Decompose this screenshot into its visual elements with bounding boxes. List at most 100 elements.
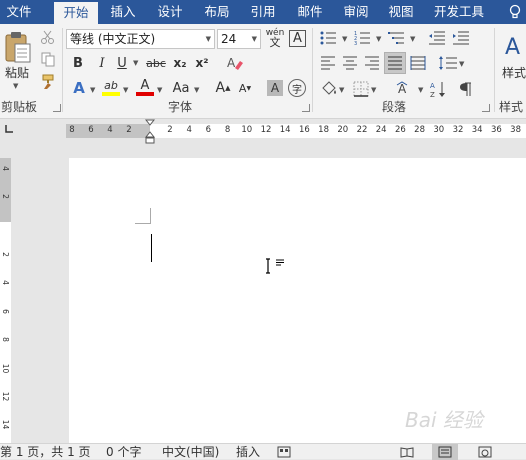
ruler-label: 14 [279, 125, 291, 135]
line-spacing-dropdown-arrow[interactable]: ▼ [459, 60, 464, 68]
shading-icon[interactable] [320, 80, 338, 98]
decrease-indent-icon[interactable] [428, 30, 446, 46]
highlight-dropdown-arrow[interactable]: ▼ [123, 86, 128, 94]
justify-button[interactable] [384, 52, 406, 74]
chinese-layout-dropdown-arrow[interactable]: ▼ [418, 86, 423, 94]
text-caret [151, 234, 152, 262]
multilevel-list-icon[interactable] [388, 30, 410, 46]
styles-button[interactable]: 样式 [502, 64, 526, 80]
format-painter-icon[interactable] [40, 74, 56, 90]
increase-indent-icon[interactable] [452, 30, 470, 46]
tab-insert[interactable]: 插入 [104, 0, 142, 24]
tab-home[interactable]: 开始 [54, 2, 98, 24]
font-color-button[interactable]: A [136, 78, 154, 93]
font-size-combo[interactable]: 24 ▼ [217, 29, 261, 49]
borders-icon[interactable] [352, 80, 370, 98]
copy-icon[interactable] [40, 51, 56, 67]
char-shading-button[interactable]: A [267, 80, 283, 96]
enclose-chars-button[interactable]: 字 [288, 79, 306, 97]
text-effects-button[interactable]: A [70, 78, 88, 98]
grow-font-label: A [215, 80, 226, 96]
document-page[interactable] [69, 158, 526, 443]
phonetic-guide-button[interactable]: wén 文 [264, 27, 286, 49]
show-marks-icon[interactable] [456, 80, 474, 98]
ruler-label: 6 [205, 125, 212, 135]
paste-dropdown-arrow[interactable]: ▼ [13, 82, 18, 90]
text-effects-dropdown-arrow[interactable]: ▼ [90, 86, 95, 94]
bullets-icon[interactable] [320, 30, 342, 46]
sort-icon[interactable]: A Z [430, 80, 448, 98]
numbering-dropdown-arrow[interactable]: ▼ [376, 35, 381, 43]
highlight-button[interactable]: ab [102, 78, 120, 92]
horizontal-ruler[interactable]: 8 6 4 2 2 4 6 8 10 12 14 16 18 20 22 24 26 28 30 32 34 36… [66, 124, 526, 138]
print-layout-button[interactable] [432, 444, 458, 460]
web-layout-icon[interactable] [478, 446, 492, 458]
align-left-icon[interactable] [320, 55, 336, 71]
font-launcher[interactable] [302, 104, 310, 112]
underline-dropdown-arrow[interactable]: ▼ [133, 59, 138, 67]
vertical-ruler[interactable]: 4 2 2 4 6 8 10 12 14 [0, 158, 11, 443]
group-separator [494, 28, 495, 112]
superscript-button[interactable]: x² [193, 54, 211, 72]
ruler-label: 8 [1, 337, 10, 342]
status-bar: 第 1 页，共 1 页 0 个字 中文(中国) 插入 [0, 443, 526, 460]
borders-dropdown-arrow[interactable]: ▼ [371, 86, 376, 94]
paste-button[interactable]: 粘贴 [2, 64, 32, 80]
change-case-dropdown-arrow[interactable]: ▼ [194, 86, 199, 94]
bold-button[interactable]: B [70, 54, 86, 72]
tab-file[interactable]: 文件 [0, 0, 38, 24]
svg-text:A: A [505, 35, 520, 60]
ruler-label: 8 [224, 125, 231, 135]
underline-button[interactable]: U [114, 54, 130, 72]
styles-gallery-icon[interactable]: A [504, 32, 526, 60]
ruler-label: 32 [452, 125, 464, 135]
tab-layout[interactable]: 布局 [198, 0, 236, 24]
align-center-icon[interactable] [342, 55, 358, 71]
line-spacing-icon[interactable] [438, 55, 458, 71]
insert-mode-indicator[interactable]: 插入 [236, 444, 260, 460]
tab-review[interactable]: 审阅 [337, 0, 375, 24]
numbering-icon[interactable]: 1 2 3 [354, 30, 376, 46]
indent-markers-icon[interactable] [145, 119, 155, 145]
multilevel-list-dropdown-arrow[interactable]: ▼ [410, 35, 415, 43]
tab-design[interactable]: 设计 [151, 0, 189, 24]
tab-references[interactable]: 引用 [244, 0, 282, 24]
ruler-label: 12 [1, 391, 10, 402]
ruler-label: 4 [1, 166, 10, 171]
distributed-icon[interactable] [410, 55, 426, 71]
read-mode-icon[interactable] [400, 446, 414, 458]
word-count[interactable]: 0 个字 [106, 444, 141, 460]
page-count[interactable]: 第 1 页，共 1 页 [0, 444, 91, 460]
align-right-icon[interactable] [364, 55, 380, 71]
shading-dropdown-arrow[interactable]: ▼ [339, 86, 344, 94]
paragraph-launcher[interactable] [482, 104, 490, 112]
tab-selector-icon[interactable] [4, 124, 14, 134]
macro-record-icon[interactable] [277, 446, 291, 458]
bullets-dropdown-arrow[interactable]: ▼ [342, 35, 347, 43]
paste-icon[interactable] [4, 30, 32, 64]
svg-text:A: A [430, 82, 435, 90]
char-border-button[interactable]: A [289, 30, 306, 47]
clear-formatting-icon[interactable]: A [226, 55, 244, 71]
tab-developer[interactable]: 开发工具 [428, 0, 490, 24]
chevron-down-icon[interactable]: ▼ [206, 30, 211, 48]
strikethrough-button[interactable]: abc [144, 54, 168, 72]
ruler-label: 20 [337, 125, 349, 135]
chinese-layout-icon[interactable]: A [396, 80, 418, 98]
cut-icon[interactable] [40, 29, 56, 45]
language-indicator[interactable]: 中文(中国) [162, 444, 219, 460]
font-name-combo[interactable]: 等线 (中文正文) ▼ [66, 29, 215, 49]
ruler-label: 10 [1, 363, 10, 374]
chevron-down-icon[interactable]: ▼ [252, 30, 257, 48]
italic-button[interactable]: I [94, 54, 110, 72]
subscript-button[interactable]: x₂ [171, 54, 189, 72]
shrink-font-button[interactable]: A ▼ [236, 78, 254, 98]
clipboard-launcher[interactable] [53, 104, 61, 112]
grow-font-button[interactable]: A ▲ [214, 78, 232, 98]
font-group-label: 字体 [168, 100, 193, 114]
lightbulb-icon[interactable] [506, 4, 524, 20]
tab-mailings[interactable]: 邮件 [291, 0, 329, 24]
change-case-button[interactable]: Aa [170, 78, 192, 98]
tab-view[interactable]: 视图 [382, 0, 420, 24]
font-color-dropdown-arrow[interactable]: ▼ [157, 86, 162, 94]
